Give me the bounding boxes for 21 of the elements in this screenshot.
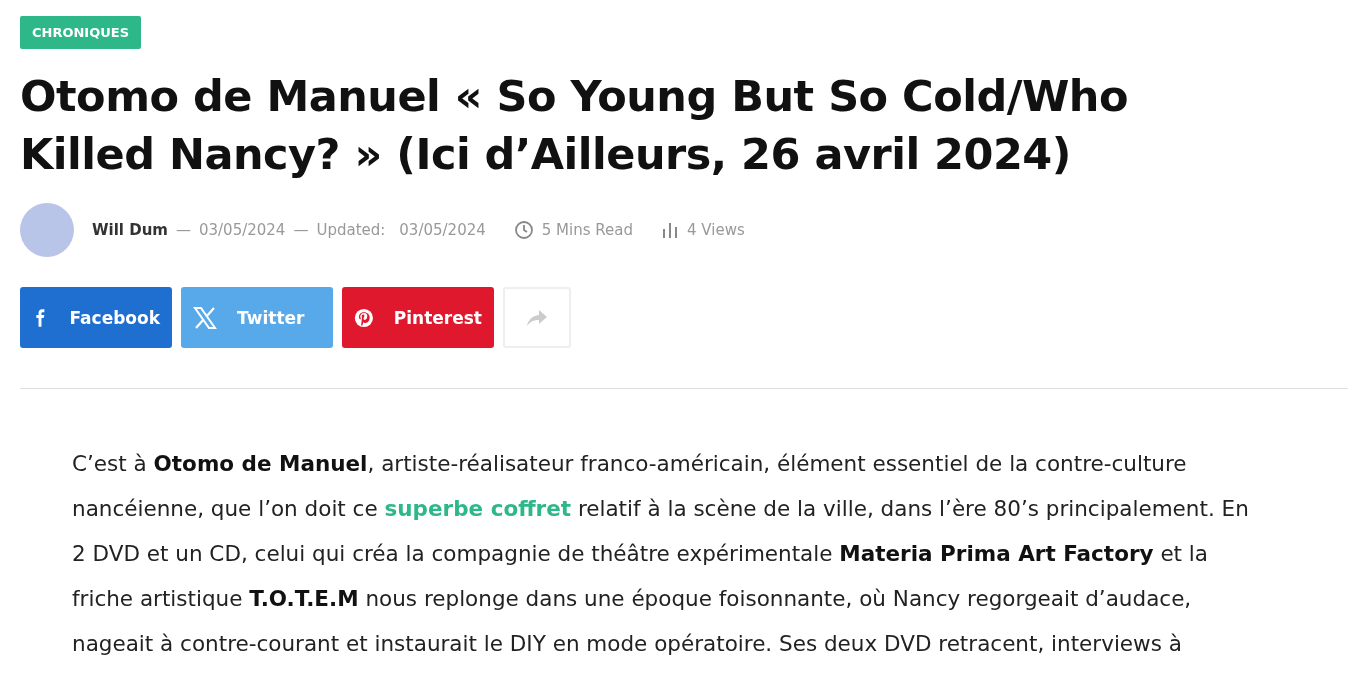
clock-icon	[513, 220, 534, 240]
share-more-button[interactable]	[503, 287, 571, 348]
publish-date: 03/05/2024	[198, 221, 286, 239]
read-time: 5 Mins Read	[541, 221, 633, 239]
author-avatar	[20, 203, 74, 257]
twitter-share-button[interactable]: Twitter	[181, 287, 333, 348]
dash-separator: —	[293, 221, 309, 239]
category-tag[interactable]: CHRONIQUES	[20, 16, 142, 49]
article-paragraph: C’est à Otomo de Manuel, artiste-réalisateur franco-américain, élément essentiel de la contre-culture nancéienne, que l’on doit ce superbe coffret relatif à la scène de la ville, dans l’ère 80’s principalement. En 2 DVD et un CD, celui qui créa la compagnie de théâtre expérimentale Materia Prima Art Factory et la friche artistique T.O.T.E.M nous replonge dans une époque foisonnante, où Nancy regorgeait d’audace, nageait à contre-courant et instaurait le DIY en mode opératoire. Ses deux DVD retracent, interviews à	[72, 450, 1250, 658]
dash-separator: —	[175, 221, 191, 239]
article-title: Otomo de Manuel « So Young But So Cold/Who Killed Nancy? » (Ici d’Ailleurs, 26 avril 2024)	[20, 70, 1130, 181]
bar-chart-icon	[661, 221, 679, 239]
view-count: 4 Views	[687, 221, 745, 239]
share-arrow-icon	[526, 308, 548, 327]
updated-date: 03/05/2024	[399, 221, 486, 239]
article-link[interactable]: superbe coffret	[384, 496, 572, 521]
facebook-share-button[interactable]: Facebook	[20, 287, 172, 348]
updated-label: Updated:	[316, 221, 386, 239]
author-link[interactable]: Will Dum	[92, 221, 168, 239]
pinterest-share-button[interactable]: Pinterest	[342, 287, 494, 348]
x-logo-icon	[193, 305, 217, 330]
